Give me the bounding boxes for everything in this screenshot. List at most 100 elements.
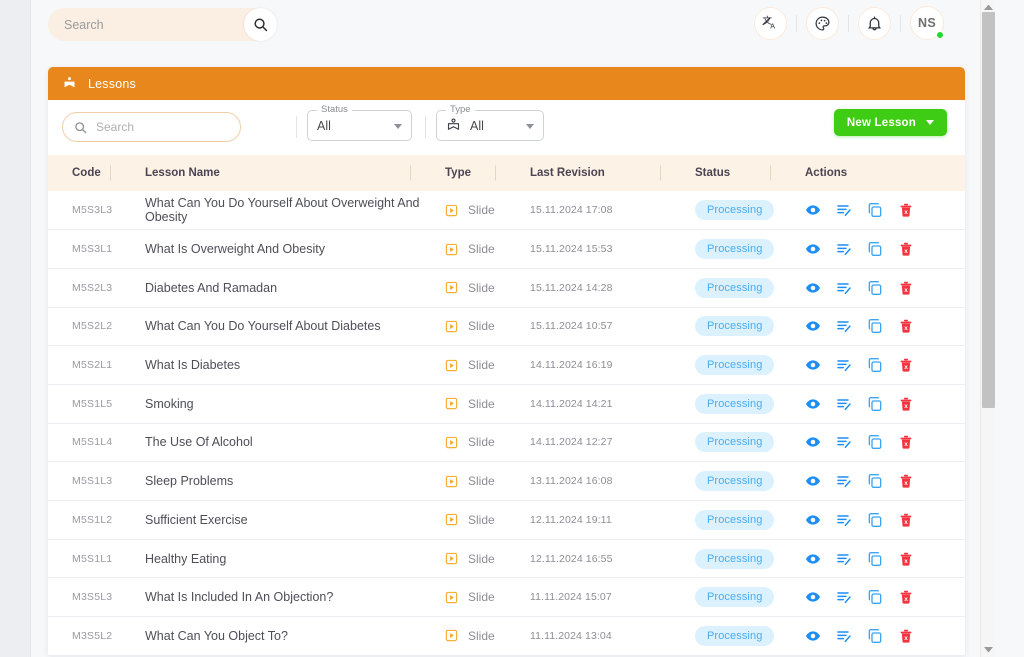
global-search-button[interactable]: [244, 8, 277, 41]
table-row[interactable]: M5S2L2 What Can You Do Yourself About Dia…: [48, 307, 965, 346]
vertical-scrollbar[interactable]: [980, 0, 995, 657]
lessons-search[interactable]: [62, 112, 241, 142]
view-icon[interactable]: [805, 512, 821, 528]
edit-icon[interactable]: [836, 318, 852, 334]
view-icon[interactable]: [805, 551, 821, 567]
slide-type-icon: [445, 591, 458, 603]
table-row[interactable]: M5S1L4 The Use Of Alcohol Slide 14.11.2024 …: [48, 423, 965, 462]
scroll-up-arrow-icon[interactable]: [984, 5, 993, 10]
avatar[interactable]: NS: [910, 6, 944, 40]
lessons-search-input[interactable]: [96, 120, 226, 134]
cell-lesson-name[interactable]: What Can You Do Yourself About Overweigh…: [123, 191, 423, 230]
column-header-code[interactable]: Code: [48, 155, 123, 191]
table-row[interactable]: M5S1L5 Smoking Slide 14.11.2024 14:21 Proces…: [48, 384, 965, 424]
delete-icon[interactable]: x: [898, 551, 914, 567]
cell-lesson-name[interactable]: The Use Of Alcohol: [123, 423, 423, 462]
edit-icon[interactable]: [836, 280, 852, 296]
view-icon[interactable]: [805, 473, 821, 489]
view-icon[interactable]: [805, 241, 821, 257]
edit-icon[interactable]: [836, 512, 852, 528]
copy-icon[interactable]: [867, 512, 883, 528]
cell-lesson-name[interactable]: What Can You Do Yourself About Diabetes: [123, 307, 423, 346]
table-row[interactable]: M5S1L3 Sleep Problems Slide 13.11.2024 16:0…: [48, 462, 965, 501]
notifications-button[interactable]: [858, 6, 891, 40]
copy-icon[interactable]: [867, 628, 883, 644]
table-row[interactable]: M5S1L2 Sufficient Exercise Slide 12.11.2024…: [48, 501, 965, 540]
cell-last-revision: 12.11.2024 19:11: [530, 513, 612, 526]
view-icon[interactable]: [805, 202, 821, 218]
edit-icon[interactable]: [836, 628, 852, 644]
new-lesson-button[interactable]: New Lesson: [833, 109, 947, 136]
delete-icon[interactable]: x: [898, 280, 914, 296]
table-row[interactable]: M5S3L3 What Can You Do Yourself About Ove…: [48, 191, 965, 230]
sidebar-collapsed-rail[interactable]: [0, 0, 31, 657]
edit-icon[interactable]: [836, 396, 852, 412]
table-row[interactable]: M3S5L3 What Is Included In An Objection? S…: [48, 578, 965, 617]
view-icon[interactable]: [805, 357, 821, 373]
cell-lesson-name[interactable]: What Is Overweight And Obesity: [123, 230, 423, 269]
table-row[interactable]: M5S2L1 What Is Diabetes Slide 14.11.2024 16…: [48, 346, 965, 385]
global-search-input[interactable]: [64, 8, 244, 41]
view-icon[interactable]: [805, 628, 821, 644]
cell-lesson-name[interactable]: What Can You Object To?: [123, 617, 423, 656]
cell-lesson-name[interactable]: Healthy Eating: [123, 539, 423, 578]
view-icon[interactable]: [805, 280, 821, 296]
delete-icon[interactable]: x: [898, 512, 914, 528]
delete-icon[interactable]: x: [898, 434, 914, 450]
cell-lesson-name[interactable]: What Is Included In An Objection?: [123, 578, 423, 617]
column-header-status[interactable]: Status: [660, 155, 783, 191]
copy-icon[interactable]: [867, 434, 883, 450]
column-header-last-revision[interactable]: Last Revision: [495, 155, 673, 191]
edit-icon[interactable]: [836, 241, 852, 257]
cell-lesson-name[interactable]: Sleep Problems: [123, 462, 423, 501]
cell-lesson-name[interactable]: Sufficient Exercise: [123, 501, 423, 540]
edit-icon[interactable]: [836, 551, 852, 567]
copy-icon[interactable]: [867, 318, 883, 334]
delete-icon[interactable]: x: [898, 318, 914, 334]
copy-icon[interactable]: [867, 241, 883, 257]
cell-lesson-name[interactable]: What Is Diabetes: [123, 346, 423, 385]
delete-icon[interactable]: x: [898, 202, 914, 218]
cell-actions: x: [783, 307, 965, 346]
edit-icon[interactable]: [836, 357, 852, 373]
delete-icon[interactable]: x: [898, 357, 914, 373]
delete-icon[interactable]: x: [898, 473, 914, 489]
translate-button[interactable]: 文 A: [754, 6, 787, 40]
table-row[interactable]: M5S3L1 What Is Overweight And Obesity Slid…: [48, 230, 965, 269]
column-header-actions[interactable]: Actions: [770, 155, 965, 191]
copy-icon[interactable]: [867, 202, 883, 218]
copy-icon[interactable]: [867, 280, 883, 296]
delete-icon[interactable]: x: [898, 396, 914, 412]
copy-icon[interactable]: [867, 396, 883, 412]
cell-lesson-name[interactable]: Smoking: [123, 384, 423, 423]
scroll-down-arrow-icon[interactable]: [984, 647, 993, 652]
edit-icon[interactable]: [836, 434, 852, 450]
copy-icon[interactable]: [867, 589, 883, 605]
scrollbar-thumb[interactable]: [982, 12, 995, 408]
table-row[interactable]: M5S2L3 Diabetes And Ramadan Slide 15.11.202…: [48, 268, 965, 308]
delete-icon[interactable]: x: [898, 628, 914, 644]
app-root: 文 A: [0, 0, 1024, 657]
copy-icon[interactable]: [867, 551, 883, 567]
cell-code: M5S1L1: [72, 552, 113, 565]
delete-icon[interactable]: x: [898, 241, 914, 257]
theme-button[interactable]: [806, 6, 839, 40]
table-row[interactable]: M5S1L1 Healthy Eating Slide 12.11.2024 16:5…: [48, 539, 965, 578]
view-icon[interactable]: [805, 318, 821, 334]
cell-lesson-name[interactable]: Diabetes And Ramadan: [123, 268, 423, 307]
delete-icon[interactable]: x: [898, 589, 914, 605]
cell-code: M5S1L5: [72, 397, 113, 410]
column-header-lesson-name[interactable]: Lesson Name: [110, 155, 423, 191]
type-filter[interactable]: Type All: [436, 104, 544, 141]
view-icon[interactable]: [805, 396, 821, 412]
copy-icon[interactable]: [867, 357, 883, 373]
edit-icon[interactable]: [836, 202, 852, 218]
edit-icon[interactable]: [836, 473, 852, 489]
table-row[interactable]: M3S5L2 What Can You Object To? Slide 11.11.…: [48, 617, 965, 656]
edit-icon[interactable]: [836, 589, 852, 605]
status-filter[interactable]: Status All: [307, 104, 412, 141]
view-icon[interactable]: [805, 589, 821, 605]
global-search[interactable]: [48, 8, 277, 41]
view-icon[interactable]: [805, 434, 821, 450]
copy-icon[interactable]: [867, 473, 883, 489]
